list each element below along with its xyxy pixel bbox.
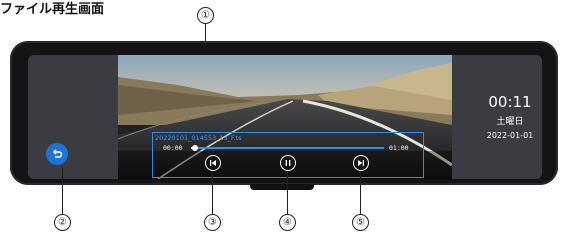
clock-date: 2022-01-01 — [486, 131, 534, 140]
progress-bar[interactable] — [191, 145, 384, 151]
current-time: 00:00 — [163, 144, 183, 152]
page-title: ファイル再生画面 — [0, 2, 105, 17]
playback-controls-panel: 20220101_014553_13_F.ts 00:00 01:00 — [152, 132, 424, 178]
duration-time: 01:00 — [389, 144, 409, 152]
callout-5: ⑤ — [352, 214, 369, 231]
back-arrow-icon — [52, 149, 63, 158]
previous-button[interactable] — [205, 155, 221, 171]
progress-handle[interactable] — [191, 145, 198, 151]
skip-previous-icon — [210, 160, 216, 166]
callout-5-leader — [360, 172, 361, 214]
pause-icon — [285, 160, 291, 166]
callout-2: ② — [54, 214, 71, 231]
next-button[interactable] — [353, 155, 369, 171]
callout-1: ① — [197, 7, 214, 24]
file-name: 20220101_014553_13_F.ts — [155, 134, 242, 142]
clock-time: 00:11 — [488, 93, 532, 111]
skip-next-icon — [358, 160, 364, 166]
callout-4-leader — [287, 172, 288, 214]
callout-4: ④ — [279, 214, 296, 231]
clock-weekday: 土曜日 — [496, 117, 524, 127]
callout-2-leader — [62, 166, 63, 215]
clock-panel: 00:11 土曜日 2022-01-01 — [478, 93, 542, 140]
device-mount — [250, 184, 314, 190]
callout-3-leader — [212, 172, 213, 214]
pause-button[interactable] — [280, 155, 296, 171]
callout-3: ③ — [204, 214, 221, 231]
back-button[interactable] — [46, 143, 68, 165]
